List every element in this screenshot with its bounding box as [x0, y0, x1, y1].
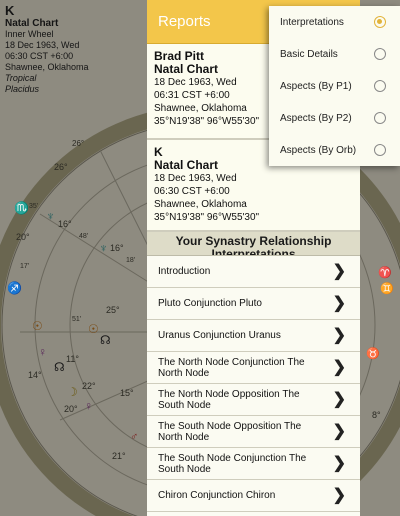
sun-glyph-icon: ☉	[88, 322, 99, 336]
chart-date: 18 Dec 1963, Wed	[5, 40, 80, 50]
menu-item-label: Aspects (By Orb)	[280, 144, 357, 156]
radio-icon[interactable]	[374, 112, 386, 124]
degree-label: 14°	[28, 370, 42, 380]
chart-time: 06:30 CST +6:00	[5, 51, 74, 61]
house-cusp-line	[99, 149, 151, 251]
degree-label: 26°	[54, 162, 68, 172]
sagittarius-glyph-icon: ♐	[7, 281, 22, 295]
list-item[interactable]: Introduction ❯	[147, 256, 360, 288]
scorpio-glyph-icon: ♏	[14, 201, 29, 215]
degree-label: 17'	[20, 263, 29, 270]
degree-label: 8°	[372, 410, 381, 420]
degree-label: 11°	[66, 354, 79, 364]
moon-glyph-icon: ☽	[67, 385, 78, 399]
list-item-label: The South Node Opposition The North Node	[158, 420, 302, 443]
gemini-glyph-icon: ♊	[380, 282, 394, 295]
chart-initial: K	[5, 3, 15, 18]
node-glyph-icon: ☊	[54, 360, 65, 374]
degree-label: 21°	[112, 451, 126, 461]
degree-label: 35'	[29, 203, 38, 210]
degree-label: 16°	[58, 219, 72, 229]
radio-selected-icon[interactable]	[374, 16, 386, 28]
house-cusp-line	[39, 213, 151, 284]
radio-icon[interactable]	[374, 144, 386, 156]
report-type-menu: Interpretations Basic Details Aspects (B…	[269, 6, 400, 166]
menu-item-interpretations[interactable]: Interpretations	[269, 6, 400, 38]
chart-houses: Placidus	[5, 84, 40, 94]
mars-glyph-icon: ♂	[130, 431, 138, 443]
chevron-right-icon: ❯	[332, 423, 346, 440]
list-item[interactable]: The North Node Opposition The South Node…	[147, 384, 360, 416]
menu-item-label: Basic Details	[280, 48, 338, 60]
interpretation-list: Introduction ❯ Pluto Conjunction Pluto ❯…	[147, 256, 360, 512]
menu-item-label: Interpretations	[280, 16, 344, 28]
list-item-label: Chiron Conjunction Chiron	[158, 490, 276, 501]
degree-label: 48'	[79, 233, 88, 240]
synastry-section-title: Your Synastry Relationship Interpretatio…	[147, 232, 360, 256]
chevron-right-icon: ❯	[332, 391, 346, 408]
aries-glyph-icon: ♈	[378, 266, 392, 279]
taurus-glyph-icon: ♉	[366, 347, 380, 360]
chart-wheel-label: Inner Wheel	[5, 29, 54, 39]
list-item[interactable]: The North Node Conjunction The North Nod…	[147, 352, 360, 384]
venus-glyph-icon: ♀	[84, 399, 93, 413]
menu-item-aspects-p2[interactable]: Aspects (By P2)	[269, 102, 400, 134]
menu-item-label: Aspects (By P1)	[280, 80, 352, 92]
person2-coords: 35°N19'38" 96°W55'30"	[154, 212, 260, 223]
list-item[interactable]: Pluto Conjunction Pluto ❯	[147, 288, 360, 320]
person2-place: Shawnee, Oklahoma	[154, 199, 247, 210]
neptune-glyph-icon: ♆	[99, 241, 108, 255]
degree-label: 22°	[82, 381, 96, 391]
degree-label: 18'	[126, 257, 135, 264]
menu-item-aspects-p1[interactable]: Aspects (By P1)	[269, 70, 400, 102]
sun-glyph-icon: ☉	[32, 319, 43, 333]
chart-info: K Natal Chart Inner Wheel 18 Dec 1963, W…	[5, 4, 89, 95]
menu-item-label: Aspects (By P2)	[280, 112, 352, 124]
chevron-right-icon: ❯	[332, 455, 346, 472]
degree-label: 20°	[64, 404, 78, 414]
menu-item-basic-details[interactable]: Basic Details	[269, 38, 400, 70]
chart-zodiac: Tropical	[5, 73, 37, 83]
chart-place: Shawnee, Oklahoma	[5, 62, 89, 72]
list-item-label: The North Node Conjunction The North Nod…	[158, 356, 305, 379]
degree-label: 26°	[72, 139, 84, 148]
person2-time: 06:30 CST +6:00	[154, 186, 230, 197]
list-item-label: Introduction	[158, 266, 211, 277]
chevron-right-icon: ❯	[332, 359, 346, 376]
chevron-right-icon: ❯	[332, 295, 346, 312]
chevron-right-icon: ❯	[332, 327, 346, 344]
neptune-glyph-icon: ♆	[46, 209, 55, 223]
degree-label: 16°	[110, 243, 124, 253]
chevron-right-icon: ❯	[332, 263, 346, 280]
list-item-label: The North Node Opposition The South Node	[158, 388, 300, 411]
list-item[interactable]: Chiron Conjunction Chiron ❯	[147, 480, 360, 512]
node-glyph-icon: ☊	[100, 333, 111, 347]
list-item[interactable]: Uranus Conjunction Uranus ❯	[147, 320, 360, 352]
radio-icon[interactable]	[374, 48, 386, 60]
degree-label: 25°	[106, 305, 120, 315]
degree-label: 51'	[72, 316, 81, 323]
chart-type: Natal Chart	[5, 18, 59, 29]
chevron-right-icon: ❯	[332, 487, 346, 504]
list-item-label: Pluto Conjunction Pluto	[158, 298, 262, 309]
degree-label: 15°	[120, 388, 134, 398]
person2-date: 18 Dec 1963, Wed	[154, 173, 237, 184]
list-item[interactable]: The South Node Conjunction The South Nod…	[147, 448, 360, 480]
list-item[interactable]: The South Node Opposition The North Node…	[147, 416, 360, 448]
radio-icon[interactable]	[374, 80, 386, 92]
list-item-label: The South Node Conjunction The South Nod…	[158, 452, 307, 475]
venus-glyph-icon: ♀	[38, 345, 47, 359]
list-item-label: Uranus Conjunction Uranus	[158, 330, 281, 341]
degree-label: 20°	[16, 232, 30, 242]
menu-item-aspects-orb[interactable]: Aspects (By Orb)	[269, 134, 400, 166]
